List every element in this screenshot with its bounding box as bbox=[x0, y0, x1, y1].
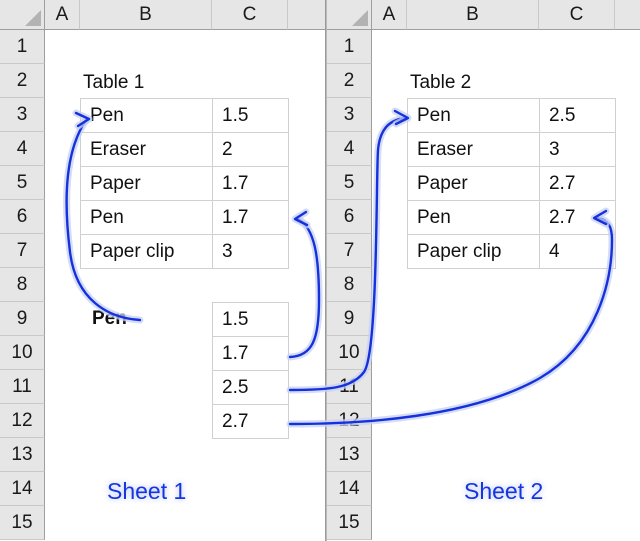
row-header-15-sheet-1[interactable]: 15 bbox=[0, 506, 45, 540]
table-2[interactable]: Pen 2.5 Eraser 3 Paper 2.7 Pen 2.7 Paper… bbox=[406, 98, 616, 269]
row-headers-sheet-2: 1 2 3 4 5 6 7 8 9 10 11 12 13 14 15 bbox=[326, 30, 372, 540]
table-row[interactable]: Paper 2.7 bbox=[406, 166, 616, 201]
row-header-5-sheet-2[interactable]: 5 bbox=[326, 166, 372, 200]
row-header-12-sheet-1[interactable]: 12 bbox=[0, 404, 45, 438]
table-row[interactable]: Pen 2.7 bbox=[406, 200, 616, 235]
row-header-10-sheet-1[interactable]: 10 bbox=[0, 336, 45, 370]
table-row[interactable]: Pen 1.5 bbox=[80, 98, 289, 133]
table-row[interactable]: Eraser 3 bbox=[406, 132, 616, 167]
table-row[interactable]: Eraser 2 bbox=[80, 132, 289, 167]
table-1-cell-name-1[interactable]: Pen bbox=[80, 98, 213, 133]
table-2-cell-name-3[interactable]: Paper bbox=[406, 166, 540, 201]
row-header-12-sheet-2[interactable]: 12 bbox=[326, 404, 372, 438]
row-header-9-sheet-1[interactable]: 9 bbox=[0, 302, 45, 336]
table-2-cell-name-2[interactable]: Eraser bbox=[406, 132, 540, 167]
row-header-13-sheet-1[interactable]: 13 bbox=[0, 438, 45, 472]
table-2-cell-name-4[interactable]: Pen bbox=[406, 200, 540, 235]
column-header-c-sheet-2[interactable]: C bbox=[538, 0, 615, 30]
row-header-4-sheet-1[interactable]: 4 bbox=[0, 132, 45, 166]
table-1-cell-value-3[interactable]: 1.7 bbox=[212, 166, 289, 201]
workbook: A B C 1 2 3 4 5 6 7 8 9 10 11 12 13 14 1… bbox=[0, 0, 640, 541]
result-table-sheet-1[interactable]: 1.5 1.7 2.5 2.7 bbox=[212, 302, 289, 439]
row-header-3-sheet-2[interactable]: 3 bbox=[326, 98, 372, 132]
table-2-cell-value-4[interactable]: 2.7 bbox=[538, 200, 616, 235]
table-row[interactable]: 2.5 bbox=[212, 370, 289, 405]
grid-body-sheet-1[interactable]: Table 1 Pen 1.5 Eraser 2 Paper 1.7 Pen 1… bbox=[45, 30, 325, 541]
row-header-14-sheet-1[interactable]: 14 bbox=[0, 472, 45, 506]
sheet-1-label: Sheet 1 bbox=[107, 478, 187, 504]
row-header-2-sheet-1[interactable]: 2 bbox=[0, 64, 45, 98]
table-1-cell-value-1[interactable]: 1.5 bbox=[212, 98, 289, 133]
row-header-7-sheet-2[interactable]: 7 bbox=[326, 234, 372, 268]
table-2-cell-value-5[interactable]: 4 bbox=[538, 234, 616, 269]
column-header-b-sheet-2[interactable]: B bbox=[406, 0, 539, 30]
select-all-triangle-icon bbox=[351, 10, 368, 26]
select-all-corner-sheet-2[interactable] bbox=[326, 0, 372, 30]
row-header-8-sheet-1[interactable]: 8 bbox=[0, 268, 45, 302]
select-all-triangle-icon bbox=[25, 10, 41, 26]
row-headers-sheet-1: 1 2 3 4 5 6 7 8 9 10 11 12 13 14 15 bbox=[0, 30, 45, 540]
row-header-1-sheet-2[interactable]: 1 bbox=[326, 30, 372, 64]
result-cell-1[interactable]: 1.5 bbox=[212, 302, 289, 337]
table-row[interactable]: Pen 1.7 bbox=[80, 200, 289, 235]
table-1-title: Table 1 bbox=[83, 72, 145, 93]
row-header-4-sheet-2[interactable]: 4 bbox=[326, 132, 372, 166]
column-header-d-sheet-1[interactable] bbox=[288, 0, 325, 30]
sheet-2[interactable]: A B C 1 2 3 4 5 6 7 8 9 10 11 12 13 14 1… bbox=[326, 0, 640, 541]
table-1[interactable]: Pen 1.5 Eraser 2 Paper 1.7 Pen 1.7 Paper… bbox=[80, 98, 289, 269]
table-1-cell-value-4[interactable]: 1.7 bbox=[212, 200, 289, 235]
row-header-11-sheet-2[interactable]: 11 bbox=[326, 370, 372, 404]
table-1-cell-value-2[interactable]: 2 bbox=[212, 132, 289, 167]
table-row[interactable]: Paper clip 4 bbox=[406, 234, 616, 269]
table-1-cell-name-2[interactable]: Eraser bbox=[80, 132, 213, 167]
row-header-11-sheet-1[interactable]: 11 bbox=[0, 370, 45, 404]
table-1-cell-name-5[interactable]: Paper clip bbox=[80, 234, 213, 269]
table-2-title: Table 2 bbox=[409, 72, 472, 93]
result-cell-2[interactable]: 1.7 bbox=[212, 336, 289, 371]
column-header-a-sheet-2[interactable]: A bbox=[371, 0, 407, 30]
table-1-cell-value-5[interactable]: 3 bbox=[212, 234, 289, 269]
sheet-1[interactable]: A B C 1 2 3 4 5 6 7 8 9 10 11 12 13 14 1… bbox=[0, 0, 325, 541]
table-row[interactable]: 2.7 bbox=[212, 404, 289, 439]
table-2-cell-name-5[interactable]: Paper clip bbox=[406, 234, 540, 269]
result-cell-4[interactable]: 2.7 bbox=[212, 404, 289, 439]
row-header-15-sheet-2[interactable]: 15 bbox=[326, 506, 372, 540]
row-header-5-sheet-1[interactable]: 5 bbox=[0, 166, 45, 200]
row-header-14-sheet-2[interactable]: 14 bbox=[326, 472, 372, 506]
row-header-1-sheet-1[interactable]: 1 bbox=[0, 30, 45, 64]
table-2-cell-value-3[interactable]: 2.7 bbox=[538, 166, 616, 201]
column-headers-sheet-1: A B C bbox=[0, 0, 325, 30]
row-header-6-sheet-1[interactable]: 6 bbox=[0, 200, 45, 234]
table-2-cell-name-1[interactable]: Pen bbox=[406, 98, 540, 133]
table-row[interactable]: 1.7 bbox=[212, 336, 289, 371]
column-header-d-sheet-2[interactable] bbox=[614, 0, 640, 30]
table-2-cell-value-1[interactable]: 2.5 bbox=[538, 98, 616, 133]
table-row[interactable]: Paper clip 3 bbox=[80, 234, 289, 269]
table-1-cell-name-3[interactable]: Paper bbox=[80, 166, 213, 201]
table-row[interactable]: Paper 1.7 bbox=[80, 166, 289, 201]
row-header-9-sheet-2[interactable]: 9 bbox=[326, 302, 372, 336]
row-header-8-sheet-2[interactable]: 8 bbox=[326, 268, 372, 302]
result-cell-3[interactable]: 2.5 bbox=[212, 370, 289, 405]
row-header-13-sheet-2[interactable]: 13 bbox=[326, 438, 372, 472]
sheet-2-label: Sheet 2 bbox=[463, 478, 544, 504]
row-header-6-sheet-2[interactable]: 6 bbox=[326, 200, 372, 234]
table-row[interactable]: 1.5 bbox=[212, 302, 289, 337]
row-header-2-sheet-2[interactable]: 2 bbox=[326, 64, 372, 98]
table-2-cell-value-2[interactable]: 3 bbox=[538, 132, 616, 167]
column-headers-sheet-2: A B C bbox=[326, 0, 640, 30]
column-header-b-sheet-1[interactable]: B bbox=[80, 0, 212, 30]
table-row[interactable]: Pen 2.5 bbox=[406, 98, 616, 133]
table-1-cell-name-4[interactable]: Pen bbox=[80, 200, 213, 235]
select-all-corner-sheet-1[interactable] bbox=[0, 0, 45, 30]
row-header-10-sheet-2[interactable]: 10 bbox=[326, 336, 372, 370]
row-header-7-sheet-1[interactable]: 7 bbox=[0, 234, 45, 268]
column-header-c-sheet-1[interactable]: C bbox=[212, 0, 288, 30]
column-header-a-sheet-1[interactable]: A bbox=[45, 0, 80, 30]
lookup-key-label: Pen bbox=[92, 308, 127, 329]
grid-body-sheet-2[interactable]: Table 2 Pen 2.5 Eraser 3 Paper 2.7 Pen 2… bbox=[371, 30, 640, 541]
row-header-3-sheet-1[interactable]: 3 bbox=[0, 98, 45, 132]
